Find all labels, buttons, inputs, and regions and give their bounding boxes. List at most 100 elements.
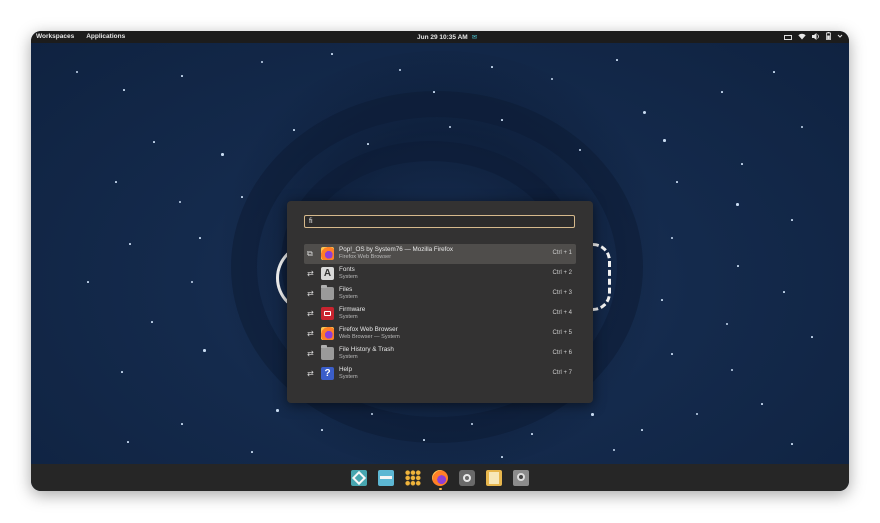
files-icon[interactable] [486, 470, 502, 486]
star-dot [115, 181, 117, 183]
star-dot [671, 353, 673, 355]
result-title: Firmware [339, 306, 366, 313]
star-dot [449, 126, 451, 128]
launch-icon: ⇄ [307, 329, 314, 338]
clock-button[interactable]: Jun 29 10:35 AM ✉ [417, 33, 478, 42]
result-shortcut: Ctrl + 1 [552, 250, 572, 256]
star-dot [261, 61, 263, 63]
star-dot [761, 403, 763, 405]
star-dot [367, 143, 369, 145]
star-dot [737, 265, 739, 267]
star-dot [613, 449, 615, 451]
star-dot [123, 89, 125, 91]
star-dot [151, 321, 153, 323]
clock-label: Jun 29 10:35 AM [417, 33, 468, 41]
launch-icon: ⇄ [307, 309, 314, 318]
star-dot [641, 429, 643, 431]
result-subtitle: System [339, 314, 358, 320]
result-title: Files [339, 286, 353, 293]
launcher-results-list: ⧉ Pop!_OS by System76 — Mozilla Firefox … [304, 244, 576, 384]
star-dot [501, 119, 503, 121]
firefox-icon [321, 327, 334, 340]
chevron-down-icon[interactable] [837, 33, 843, 41]
folder-icon [321, 285, 334, 300]
launcher-search-input[interactable]: fi [304, 215, 575, 228]
workspaces-button[interactable]: Workspaces [36, 33, 74, 40]
star-dot [591, 413, 594, 416]
star-dot [551, 78, 553, 80]
star-dot [199, 237, 201, 239]
wallpaper-ring-right [593, 243, 611, 311]
star-dot [726, 323, 728, 325]
star-dot [221, 153, 224, 156]
star-dot [661, 299, 663, 301]
star-dot [643, 111, 646, 114]
result-subtitle: System [339, 294, 358, 300]
star-dot [331, 53, 333, 55]
star-dot [471, 423, 473, 425]
launch-icon: ⇄ [307, 349, 314, 358]
firefox-icon [321, 247, 334, 260]
notification-icon: ✉ [471, 34, 478, 41]
launch-icon: ⇄ [307, 289, 314, 298]
battery-icon[interactable] [826, 32, 831, 42]
result-title: Fonts [339, 266, 355, 273]
star-dot [731, 369, 733, 371]
result-title: File History & Trash [339, 346, 394, 353]
applications-button[interactable]: Applications [86, 33, 125, 40]
result-title: Firefox Web Browser [339, 326, 398, 333]
result-shortcut: Ctrl + 7 [552, 370, 572, 376]
star-dot [293, 129, 295, 131]
launcher-result-row[interactable]: ⧉ Pop!_OS by System76 — Mozilla Firefox … [304, 244, 576, 264]
star-dot [579, 149, 581, 151]
tiling-icon[interactable] [784, 34, 792, 40]
star-dot [663, 139, 666, 142]
disk-icon[interactable] [513, 470, 529, 486]
volume-icon[interactable] [812, 32, 820, 42]
star-dot [616, 59, 618, 61]
result-subtitle: System [339, 274, 358, 280]
fonts-icon: A [321, 267, 334, 280]
star-dot [423, 439, 425, 441]
launch-icon: ⇄ [307, 269, 314, 278]
star-dot [203, 349, 206, 352]
star-dot [87, 281, 89, 283]
workspaces-icon[interactable] [351, 470, 367, 486]
launcher-result-row[interactable]: ⇄ Firmware System Ctrl + 4 [304, 304, 576, 324]
result-subtitle: System [339, 354, 358, 360]
star-dot [179, 201, 181, 203]
star-dot [736, 203, 739, 206]
star-dot [501, 456, 503, 458]
settings-icon[interactable] [459, 470, 475, 486]
star-dot [153, 141, 155, 143]
star-dot [741, 163, 743, 165]
launcher-result-row[interactable]: ⇄ ? Help System Ctrl + 7 [304, 364, 576, 384]
star-dot [433, 91, 435, 93]
launcher-icon[interactable] [378, 470, 394, 486]
result-shortcut: Ctrl + 2 [552, 270, 572, 276]
star-dot [783, 291, 785, 293]
help-icon: ? [321, 367, 334, 380]
launcher-result-row[interactable]: ⇄ A Fonts System Ctrl + 2 [304, 264, 576, 284]
star-dot [181, 75, 183, 77]
star-dot [773, 71, 775, 73]
launcher-result-row[interactable]: ⇄ Files System Ctrl + 3 [304, 284, 576, 304]
star-dot [241, 196, 243, 198]
result-shortcut: Ctrl + 4 [552, 310, 572, 316]
launcher-result-row[interactable]: ⇄ Firefox Web Browser Web Browser — Syst… [304, 324, 576, 344]
launcher-dialog: fi ⧉ Pop!_OS by System76 — Mozilla Firef… [287, 201, 593, 403]
result-shortcut: Ctrl + 5 [552, 330, 572, 336]
star-dot [791, 219, 793, 221]
star-dot [491, 66, 493, 68]
applications-icon[interactable] [405, 470, 421, 486]
star-dot [321, 429, 323, 431]
wifi-icon[interactable] [798, 33, 806, 42]
top-bar: Workspaces Applications Jun 29 10:35 AM … [31, 31, 849, 43]
result-shortcut: Ctrl + 3 [552, 290, 572, 296]
star-dot [721, 91, 723, 93]
firefox-icon[interactable] [432, 470, 448, 490]
result-subtitle: Firefox Web Browser [339, 254, 392, 260]
star-dot [676, 181, 678, 183]
launcher-result-row[interactable]: ⇄ File History & Trash System Ctrl + 6 [304, 344, 576, 364]
star-dot [251, 451, 253, 453]
